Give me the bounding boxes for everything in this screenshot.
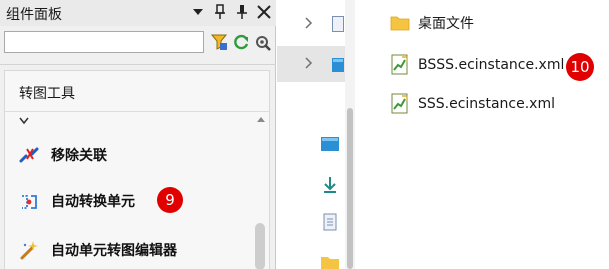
folder-icon[interactable] — [320, 252, 340, 269]
nav-scrollbar-thumb[interactable] — [347, 108, 353, 269]
folder-icon — [390, 13, 410, 33]
file-name: SSS.ecinstance.xml — [418, 96, 555, 112]
tool-item-label: 移除关联 — [51, 148, 107, 164]
panel-title: 组件面板 — [6, 7, 62, 23]
document-icon — [332, 16, 344, 32]
file-item-xml[interactable]: BSSS.ecinstance.xml — [390, 52, 564, 78]
group-title: 转图工具 — [19, 86, 75, 102]
panel-header: 组件面板 — [0, 0, 276, 26]
search-toolbar — [210, 32, 272, 52]
search-input[interactable] — [4, 31, 204, 53]
xml-file-icon — [390, 93, 410, 114]
chevron-right-icon[interactable] — [305, 17, 313, 33]
pin-icon[interactable] — [212, 3, 228, 21]
auto-convert-icon — [17, 189, 41, 213]
unlink-icon — [17, 143, 41, 167]
close-icon[interactable] — [256, 3, 272, 21]
nav-row-selected[interactable] — [277, 46, 345, 82]
desktop-icon[interactable] — [320, 134, 340, 154]
chevron-right-icon[interactable] — [305, 57, 313, 73]
scrollbar-thumb[interactable] — [255, 223, 265, 269]
tool-item-label: 自动单元转图编辑器 — [51, 243, 177, 259]
magic-wand-icon — [17, 238, 41, 262]
file-item-xml[interactable]: SSS.ecinstance.xml — [390, 91, 555, 117]
document-icon[interactable] — [320, 212, 340, 232]
pin-icon[interactable] — [234, 3, 250, 21]
search-row — [4, 30, 272, 56]
group-divider — [5, 111, 269, 112]
step-badge: 10 — [566, 53, 594, 81]
scroll-up-arrow[interactable] — [257, 117, 265, 122]
tool-item-label: 自动转换单元 — [51, 194, 135, 210]
settings-wrench-icon[interactable] — [254, 32, 272, 52]
xml-file-icon — [390, 54, 410, 75]
chevron-down-icon[interactable] — [190, 3, 206, 21]
file-item-folder[interactable]: 桌面文件 — [390, 10, 474, 36]
nav-row[interactable] — [277, 6, 345, 42]
file-name: 桌面文件 — [418, 16, 474, 32]
download-icon[interactable] — [320, 175, 340, 195]
navigation-pane — [277, 0, 345, 269]
filter-icon[interactable] — [210, 32, 228, 52]
file-name: BSSS.ecinstance.xml — [418, 57, 565, 73]
refresh-icon[interactable] — [232, 32, 250, 52]
desktop-icon — [332, 57, 344, 73]
panel-divider — [0, 64, 276, 65]
panel-header-controls — [190, 3, 272, 21]
tool-item-remove-association[interactable]: 移除关联 — [17, 140, 247, 170]
tool-list: 转图工具 移除关联 自动转换单元 自动单元转图编辑器 — [4, 70, 270, 269]
collapse-chevron-icon[interactable] — [19, 115, 29, 128]
file-list: 桌面文件 BSSS.ecinstance.xml SSS.ecinstance.… — [356, 0, 609, 269]
tool-item-auto-convert-unit[interactable]: 自动转换单元 — [17, 186, 247, 216]
component-panel: 组件面板 转图工具 移除关联 自动转换单元 自动单元转图编辑器 9 — [0, 0, 276, 269]
tool-item-unit-graph-editor[interactable]: 自动单元转图编辑器 — [17, 235, 247, 265]
step-badge: 9 — [157, 187, 183, 213]
